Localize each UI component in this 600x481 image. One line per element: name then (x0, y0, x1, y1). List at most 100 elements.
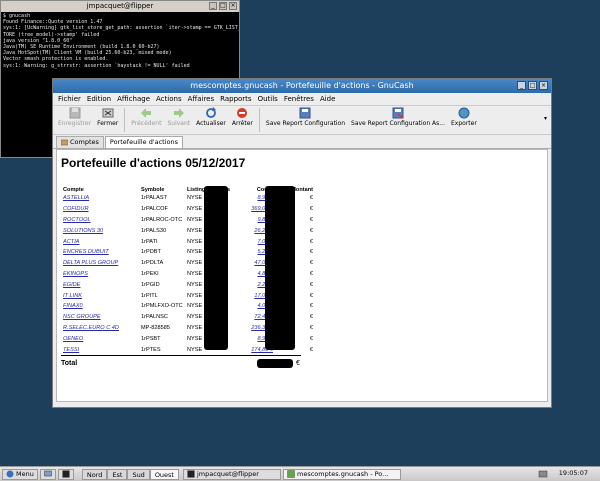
redaction-amounts (265, 186, 295, 350)
close-button[interactable]: Fermer (94, 106, 121, 127)
account-link[interactable]: ACTIA (63, 239, 79, 245)
symbol-cell: 1rPATI (141, 238, 158, 245)
network-icon (538, 470, 548, 478)
workspace-switcher: Nord Est Sud Ouest (81, 468, 179, 480)
terminal-output[interactable]: $ gnucash Found Finance::Quote version 1… (1, 12, 239, 70)
account-link[interactable]: R.SELEC.EURO C 4D (63, 325, 119, 331)
workspace-1[interactable]: Est (107, 468, 128, 480)
close-report-icon (102, 108, 114, 118)
gnucash-icon (287, 470, 295, 478)
account-link[interactable]: COFIDUR (63, 206, 88, 212)
back-button[interactable]: Précédent (128, 106, 164, 127)
account-link[interactable]: ENCRES DUBUIT (63, 249, 109, 255)
tab-comptes[interactable]: Comptes (56, 136, 104, 148)
account-link[interactable]: TESSI (63, 347, 79, 353)
symbol-cell: 1rPALAST (141, 195, 168, 202)
taskbar: Menu Nord Est Sud Ouest jmpacquet@flipper m… (0, 466, 600, 481)
menu-bar: Fichier Edition Affichage Actions Affaires Ra… (53, 93, 551, 106)
clock[interactable]: 19:05:07 (559, 468, 588, 479)
save-report-icon (299, 107, 311, 119)
menu-item-3[interactable]: Actions (156, 93, 182, 105)
reload-button[interactable]: Actualiser (193, 106, 229, 127)
toolbar-overflow-icon[interactable]: ▾ (544, 115, 547, 122)
redaction-units (204, 186, 228, 350)
column-header-symbole: Symbole (141, 187, 165, 193)
account-link[interactable]: ASTELLIA (63, 195, 89, 201)
stop-button[interactable]: Arrêter (229, 106, 256, 127)
globe-icon (458, 107, 470, 119)
report-view[interactable]: Portefeuille d'actions 05/12/2017 Compte… (56, 149, 548, 402)
terminal-title: jmpacquet@flipper (86, 2, 154, 10)
menu-item-8[interactable]: Aide (320, 93, 335, 105)
symbol-cell: 1rPDBT (141, 249, 161, 256)
workspace-2[interactable]: Sud (127, 468, 150, 480)
column-header-compte: Compte (63, 187, 84, 193)
gnucash-window[interactable]: mescomptes.gnucash - Portefeuille d'acti… (52, 78, 552, 408)
symbol-cell: 1rPALROC-OTC (141, 216, 183, 223)
symbol-cell: 1rPGID (141, 281, 160, 288)
desktop: jmpacquet@flipper _ □ × $ gnucash Found … (0, 0, 600, 466)
window-title: mescomptes.gnucash - Portefeuille d'acti… (190, 81, 414, 90)
account-link[interactable]: EGIDE (63, 282, 80, 288)
account-link[interactable]: EKINOPS (63, 271, 88, 277)
export-button[interactable]: Exporter (448, 106, 480, 127)
reload-icon (206, 107, 216, 118)
menu-item-1[interactable]: Edition (87, 93, 111, 105)
report-title: Portefeuille d'actions 05/12/2017 (61, 156, 246, 170)
save-report-configuration-button[interactable]: Save Report Configuration (263, 106, 348, 127)
account-link[interactable]: FINAX0 (63, 303, 83, 309)
symbol-cell: 1rPALNSC (141, 314, 168, 321)
account-link[interactable]: NSC GROUPE (63, 314, 101, 320)
stop-icon (237, 108, 248, 118)
menu-item-6[interactable]: Outils (258, 93, 278, 105)
terminal-titlebar[interactable]: jmpacquet@flipper _ □ × (1, 1, 239, 12)
symbol-cell: 1rPMLFXO-OTC (141, 303, 183, 310)
account-link[interactable]: DELTA PLUS GROUP (63, 260, 118, 266)
terminal-launcher[interactable] (57, 468, 74, 480)
menu-button[interactable]: Menu (2, 468, 38, 480)
minimize-icon[interactable]: _ (517, 81, 526, 90)
gnucash-titlebar[interactable]: mescomptes.gnucash - Portefeuille d'acti… (53, 79, 551, 93)
tab-portefeuille[interactable]: Portefeuille d'actions (104, 136, 184, 148)
arrow-right-icon (173, 108, 184, 118)
close-icon[interactable]: × (229, 2, 237, 10)
menu-icon (6, 470, 14, 478)
menu-item-5[interactable]: Rapports (220, 93, 251, 105)
workspace-0[interactable]: Nord (81, 468, 108, 480)
maximize-icon[interactable]: □ (219, 2, 227, 10)
workspace-3[interactable]: Ouest (149, 468, 179, 480)
symbol-cell: 1rPITL (141, 292, 158, 299)
symbol-cell: 1rPSBT (141, 335, 161, 342)
symbol-cell: 1rPTES (141, 346, 161, 353)
desktop-icon (44, 470, 52, 477)
tab-bar: Comptes Portefeuille d'actions (53, 135, 551, 149)
total-currency: € (296, 360, 300, 367)
account-link[interactable]: SOLUTIONS 30 (63, 228, 103, 234)
close-icon[interactable]: × (539, 81, 548, 90)
menu-item-4[interactable]: Affaires (188, 93, 215, 105)
symbol-cell: MP-828585 (141, 324, 170, 331)
redaction-total (257, 359, 293, 368)
forward-button[interactable]: Suivant (164, 106, 193, 127)
task-terminal[interactable]: jmpacquet@flipper (182, 468, 281, 480)
account-link[interactable]: ROCTOOL (63, 217, 91, 223)
terminal-icon (187, 470, 195, 478)
total-row: Total € (61, 355, 301, 368)
maximize-icon[interactable]: □ (528, 81, 537, 90)
tray-icon[interactable] (538, 469, 548, 481)
task-gnucash[interactable]: mescomptes.gnucash - Po... (282, 468, 401, 480)
save-report-configuration-as-button[interactable]: Save Report Configuration As... (348, 106, 448, 127)
symbol-cell: 1rPALS30 (141, 227, 167, 234)
account-link[interactable]: OENEO (63, 336, 83, 342)
accounts-icon (61, 139, 68, 146)
menu-item-2[interactable]: Affichage (117, 93, 150, 105)
symbol-cell: 1rPALCOF (141, 206, 168, 213)
save-icon (69, 107, 81, 119)
save-button[interactable]: Enregistrer (55, 106, 94, 127)
account-link[interactable]: IT LINK (63, 293, 82, 299)
show-desktop-button[interactable] (39, 468, 56, 480)
minimize-icon[interactable]: _ (209, 2, 217, 10)
symbol-cell: 1rPDLTA (141, 260, 164, 267)
menu-item-7[interactable]: Fenêtres (284, 93, 314, 105)
menu-item-0[interactable]: Fichier (58, 93, 81, 105)
